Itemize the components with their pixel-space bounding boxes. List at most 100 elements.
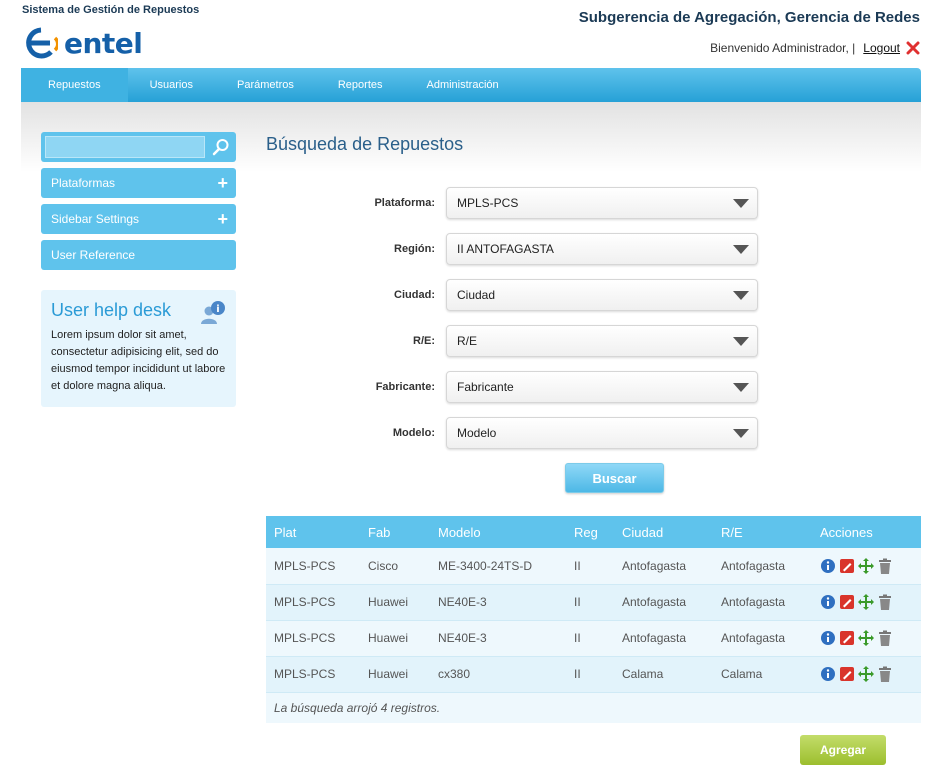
form-row-fabricante: Fabricante: Fabricante xyxy=(340,371,770,403)
sidebar-item-settings[interactable]: Sidebar Settings + xyxy=(41,204,236,234)
cell-ciudad: Antofagasta xyxy=(622,595,687,609)
re-value: R/E xyxy=(457,334,478,348)
re-label: R/E: xyxy=(413,335,435,347)
move-icon[interactable] xyxy=(858,557,874,574)
trash-icon[interactable] xyxy=(877,630,893,646)
nav-usuarios[interactable]: Usuarios xyxy=(128,68,215,102)
results-table: Plat Fab Modelo Reg Ciudad R/E Acciones … xyxy=(266,516,921,723)
nav-parametros[interactable]: Parámetros xyxy=(215,68,316,102)
page-title: Búsqueda de Repuestos xyxy=(266,134,464,154)
logout-link[interactable]: Logout xyxy=(863,41,900,55)
svg-text:i: i xyxy=(216,304,219,315)
info-icon[interactable] xyxy=(820,558,836,574)
table-row: MPLS-PCS Huawei cx380 II Calama Calama xyxy=(266,656,921,692)
modelo-label: Modelo: xyxy=(392,427,435,439)
edit-icon[interactable] xyxy=(839,630,855,646)
table-row: MPLS-PCS Cisco ME-3400-24TS-D II Antofag… xyxy=(266,548,921,584)
info-icon[interactable] xyxy=(820,630,836,646)
close-icon[interactable] xyxy=(906,41,920,55)
chevron-down-icon xyxy=(733,337,749,346)
plataforma-value: MPLS-PCS xyxy=(457,196,519,210)
cell-plat: MPLS-PCS xyxy=(274,595,336,609)
col-plat: Plat xyxy=(274,524,297,540)
table-header-row: Plat Fab Modelo Reg Ciudad R/E Acciones xyxy=(266,516,921,548)
sidebar-item-plataformas[interactable]: Plataformas + xyxy=(41,168,236,198)
info-icon[interactable] xyxy=(820,666,836,682)
results-count: La búsqueda arrojó 4 registros. xyxy=(266,692,921,723)
ciudad-value: Ciudad xyxy=(457,288,496,302)
search-button[interactable] xyxy=(209,136,232,158)
chevron-down-icon xyxy=(733,291,749,300)
org-title: Subgerencia de Agregación, Gerencia de R… xyxy=(578,9,920,26)
sidebar-item-label: Sidebar Settings xyxy=(51,212,140,226)
cell-actions xyxy=(812,656,921,692)
fabricante-select[interactable]: Fabricante xyxy=(446,371,758,403)
plataforma-label: Plataforma: xyxy=(374,197,435,209)
col-reg: Reg xyxy=(574,524,598,540)
help-text: Lorem ipsum dolor sit amet, consectetur … xyxy=(51,329,226,392)
nav-repuestos[interactable]: Repuestos xyxy=(21,68,128,102)
nav-reportes[interactable]: Reportes xyxy=(316,68,405,102)
col-acciones: Acciones xyxy=(820,524,873,540)
entel-logo-icon xyxy=(26,27,58,59)
cell-re: Antofagasta xyxy=(721,558,786,573)
help-user-icon: i xyxy=(201,301,225,324)
cell-plat: MPLS-PCS xyxy=(274,558,336,573)
re-select[interactable]: R/E xyxy=(446,325,758,357)
trash-icon[interactable] xyxy=(877,666,893,682)
sidebar: Plataformas + Sidebar Settings + User Re… xyxy=(41,132,236,407)
form-row-modelo: Modelo: Modelo xyxy=(340,417,770,449)
col-fab: Fab xyxy=(368,524,391,540)
cell-plat: MPLS-PCS xyxy=(274,667,336,681)
info-icon[interactable] xyxy=(820,594,836,610)
welcome-text: Bienvenido Administrador, | xyxy=(710,41,856,55)
region-select[interactable]: II ANTOFAGASTA xyxy=(446,233,758,265)
cell-reg: II xyxy=(574,631,581,645)
plataforma-select[interactable]: MPLS-PCS xyxy=(446,187,758,219)
search-submit-button[interactable]: Buscar xyxy=(565,463,664,493)
form-row-region: Región: II ANTOFAGASTA xyxy=(340,233,770,265)
plus-icon: + xyxy=(217,173,228,193)
col-ciudad: Ciudad xyxy=(622,524,664,540)
chevron-down-icon xyxy=(733,245,749,254)
move-icon[interactable] xyxy=(858,630,874,646)
cell-actions xyxy=(812,548,921,584)
cell-ciudad: Calama xyxy=(622,667,664,681)
table-row: MPLS-PCS Huawei NE40E-3 II Antofagasta A… xyxy=(266,620,921,656)
search-input[interactable] xyxy=(45,136,205,158)
cell-modelo: NE40E-3 xyxy=(438,595,487,609)
sidebar-item-user-reference[interactable]: User Reference xyxy=(41,240,236,270)
cell-re: Antofagasta xyxy=(721,631,786,645)
cell-modelo: cx380 xyxy=(438,667,471,681)
trash-icon[interactable] xyxy=(877,558,893,574)
ciudad-select[interactable]: Ciudad xyxy=(446,279,758,311)
edit-icon[interactable] xyxy=(839,666,855,682)
region-value: II ANTOFAGASTA xyxy=(457,242,554,256)
nav-administracion[interactable]: Administración xyxy=(405,68,521,102)
cell-reg: II xyxy=(574,595,581,609)
edit-icon[interactable] xyxy=(839,558,855,574)
move-icon[interactable] xyxy=(858,666,874,682)
brand-name: entel xyxy=(64,26,143,60)
fabricante-label: Fabricante: xyxy=(375,381,435,393)
form-row-re: R/E: R/E xyxy=(340,325,770,357)
modelo-select[interactable]: Modelo xyxy=(446,417,758,449)
cell-ciudad: Antofagasta xyxy=(622,631,687,645)
edit-icon[interactable] xyxy=(839,594,855,610)
region-label: Región: xyxy=(394,243,435,255)
system-title: Sistema de Gestión de Repuestos xyxy=(22,4,200,16)
add-button[interactable]: Agregar xyxy=(800,735,886,765)
sidebar-item-label: User Reference xyxy=(51,248,136,262)
sidebar-item-label: Plataformas xyxy=(51,176,116,190)
cell-modelo: NE40E-3 xyxy=(438,631,487,645)
move-icon[interactable] xyxy=(858,594,874,610)
chevron-down-icon xyxy=(733,429,749,438)
plus-icon: + xyxy=(217,209,228,229)
modelo-value: Modelo xyxy=(457,426,497,440)
trash-icon[interactable] xyxy=(877,594,893,610)
cell-fab: Huawei xyxy=(368,631,409,645)
cell-plat: MPLS-PCS xyxy=(274,631,336,645)
table-row: MPLS-PCS Huawei NE40E-3 II Antofagasta A… xyxy=(266,584,921,620)
help-desk-panel: User help desk i Lorem ipsum dolor sit a… xyxy=(41,290,236,407)
cell-fab: Cisco xyxy=(368,558,399,573)
